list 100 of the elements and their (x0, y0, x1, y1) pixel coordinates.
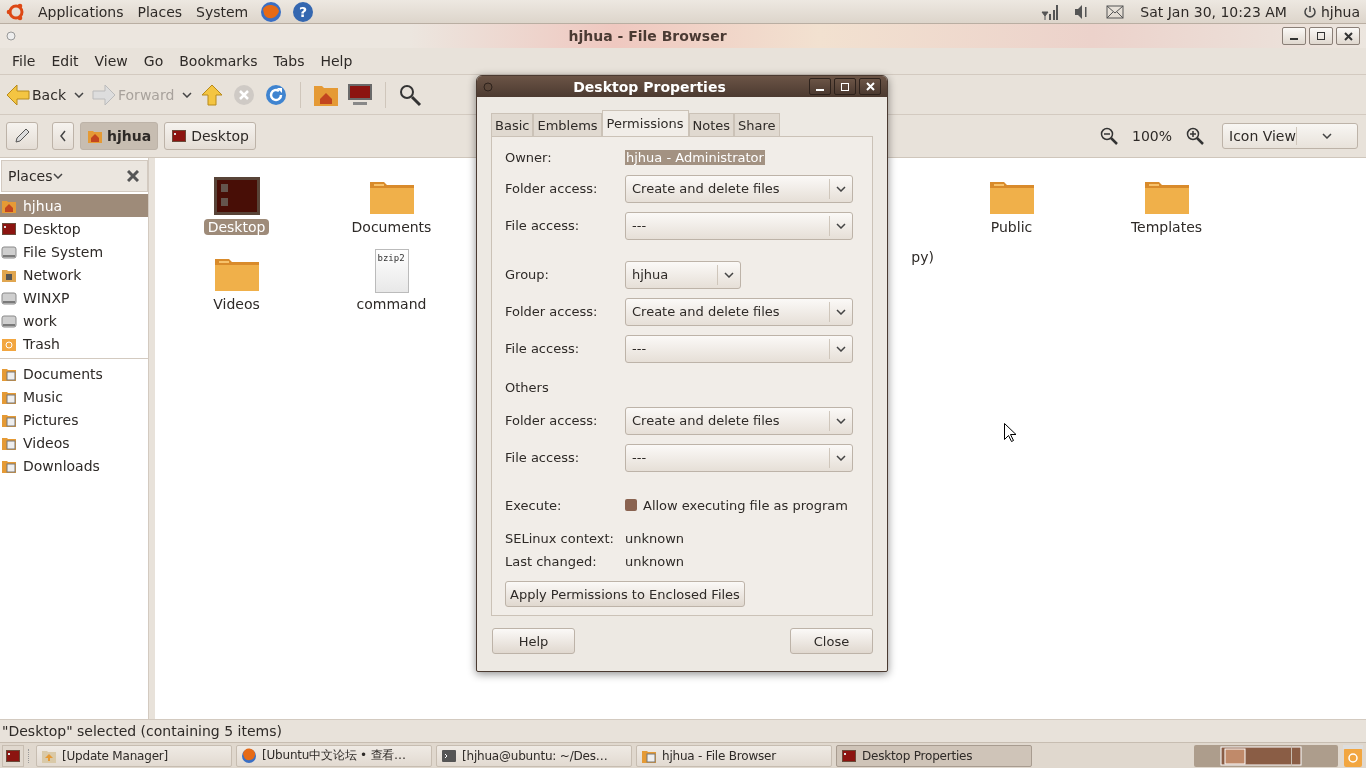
menu-item[interactable]: Go (135, 53, 172, 69)
sidebar-item[interactable]: Network (0, 263, 148, 286)
dialog-button[interactable]: Help (492, 628, 575, 654)
browser-icon[interactable] (260, 0, 283, 23)
close-icon[interactable] (127, 170, 139, 182)
menu-item[interactable]: File (4, 53, 44, 69)
dropdown[interactable]: hjhua (625, 260, 741, 289)
sidebar-item[interactable]: Desktop (0, 217, 148, 240)
back-button[interactable]: Back (6, 83, 66, 106)
path-button[interactable]: hjhua (80, 122, 159, 150)
taskbar-button[interactable]: Desktop Properties (836, 744, 1032, 767)
sidebar-item[interactable]: Trash (0, 332, 148, 355)
field-label: Group: (505, 267, 550, 282)
edit-location-button[interactable] (6, 122, 38, 150)
workspace-switcher[interactable] (1194, 744, 1338, 767)
taskbar-button[interactable]: [Update Manager] (36, 744, 232, 767)
dropdown[interactable]: Create and delete files (625, 174, 853, 203)
dropdown[interactable]: --- (625, 334, 853, 363)
desktop-icon (841, 747, 857, 764)
checkbox[interactable] (625, 499, 637, 511)
sidebar-title[interactable]: Places (8, 168, 53, 184)
panel-menu[interactable]: System (194, 3, 251, 20)
close-button[interactable] (1336, 27, 1360, 45)
path-button[interactable]: Desktop (164, 122, 256, 150)
caret-icon (836, 308, 846, 315)
power-icon[interactable] (1302, 4, 1317, 19)
dropdown[interactable]: --- (625, 211, 853, 240)
checkbox-label[interactable]: Allow executing file as program (643, 497, 848, 513)
dialog-button[interactable]: Close (790, 628, 873, 654)
sidebar-item[interactable]: Pictures (0, 408, 148, 431)
zoom-in-icon[interactable] (1186, 127, 1204, 145)
dropdown-caret-icon (74, 91, 84, 98)
taskbar-button[interactable]: [Ubuntu中文论坛 • 查看… (236, 744, 432, 767)
minimize-button[interactable] (1282, 27, 1306, 45)
sidebar-item[interactable]: work (0, 309, 148, 332)
sidebar-item[interactable]: Downloads (0, 454, 148, 477)
view-mode-dropdown[interactable]: Icon View (1222, 123, 1358, 149)
computer-icon[interactable] (347, 82, 374, 107)
tab[interactable]: Emblems (533, 113, 602, 136)
dropdown[interactable]: Create and delete files (625, 406, 853, 435)
maximize-button[interactable] (834, 78, 856, 95)
search-icon[interactable] (398, 82, 423, 107)
file-label[interactable]: py) (911, 249, 934, 265)
panel-menu[interactable]: Applications (36, 3, 126, 20)
menu-item[interactable]: Help (312, 53, 361, 69)
sidebar-item[interactable]: WINXP (0, 286, 148, 309)
caret-icon (1321, 133, 1332, 139)
tab[interactable]: Share (734, 113, 780, 136)
maximize-icon (1317, 32, 1325, 40)
minimize-button[interactable] (809, 78, 831, 95)
sidebar-item[interactable]: Videos (0, 431, 148, 454)
sidebar-item[interactable]: Documents (0, 362, 148, 385)
close-button[interactable] (859, 78, 881, 95)
show-desktop-button[interactable] (2, 744, 24, 767)
sidebar-item[interactable]: File System (0, 240, 148, 263)
field-label: Execute: (505, 497, 563, 513)
caret-icon (836, 345, 846, 352)
right-arrow-icon (92, 83, 116, 106)
dialog-title: Desktop Properties (572, 78, 727, 95)
dropdown[interactable]: --- (625, 443, 853, 472)
desktop-icon (1, 220, 17, 237)
drive-icon (1, 243, 17, 260)
clock[interactable]: Sat Jan 30, 10:23 AM (1140, 3, 1287, 20)
archive-file-icon: bzip2 (374, 249, 409, 293)
taskbar-button[interactable]: hjhua - File Browser (636, 744, 832, 767)
menu-item[interactable]: Edit (43, 53, 87, 69)
tab[interactable]: Notes (688, 113, 735, 136)
desktop-folder-icon (212, 176, 261, 216)
file-label[interactable]: Templates (1126, 219, 1207, 235)
reload-icon[interactable] (264, 82, 289, 107)
field-label: Owner: (505, 150, 553, 165)
maximize-button[interactable] (1309, 27, 1333, 45)
field-label: SELinux context: (505, 531, 615, 546)
file-label[interactable]: command (352, 296, 431, 312)
panel-menu[interactable]: Places (135, 3, 185, 20)
tab[interactable]: Basic (491, 113, 534, 136)
dropdown[interactable]: Create and delete files (625, 297, 853, 326)
zoom-out-icon[interactable] (1099, 127, 1118, 145)
left-arrow-icon (6, 83, 30, 106)
mail-icon[interactable] (1106, 4, 1125, 19)
tab[interactable]: Permissions (601, 110, 689, 136)
ubuntu-logo-icon[interactable] (6, 1, 26, 22)
menu-item[interactable]: Tabs (265, 53, 313, 69)
file-label[interactable]: Videos (209, 296, 264, 312)
signal-icon[interactable] (1038, 3, 1059, 20)
browser-icon (241, 747, 257, 764)
home-folder-icon (87, 128, 103, 144)
path-back-button[interactable] (52, 122, 74, 150)
zoom-level: 100% (1131, 128, 1172, 144)
taskbar-button[interactable]: [hjhua@ubuntu: ~/Des… (436, 744, 632, 767)
field-label: File access: (505, 218, 581, 233)
menu-item[interactable]: View (86, 53, 136, 69)
sidebar-item[interactable]: Music (0, 385, 148, 408)
help-icon[interactable]: ? (292, 0, 315, 23)
user-name[interactable]: hjhua (1320, 3, 1360, 20)
info-value: unknown (625, 531, 685, 546)
file-label[interactable]: Documents (347, 219, 436, 235)
menu-item[interactable]: Bookmarks (171, 53, 266, 69)
apply-permissions-button[interactable]: Apply Permissions to Enclosed Files (505, 581, 745, 607)
file-label[interactable]: Public (986, 219, 1037, 235)
